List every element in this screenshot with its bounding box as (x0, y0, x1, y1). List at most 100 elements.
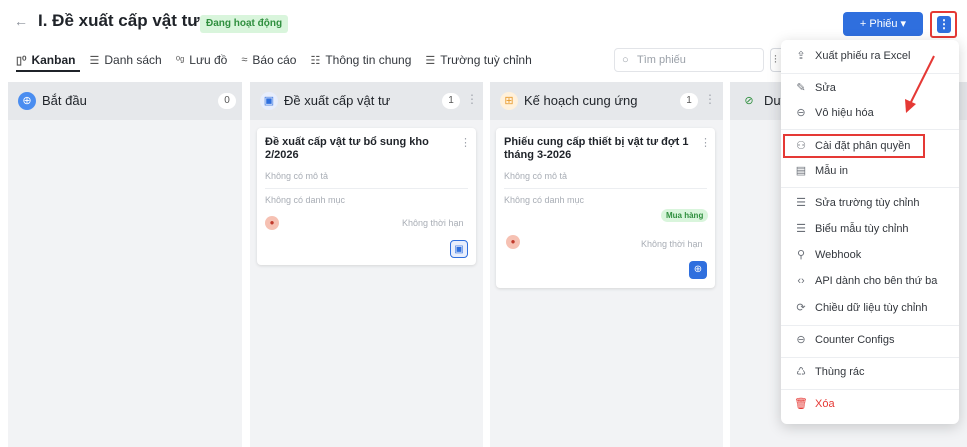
menu-item-label: Xóa (815, 398, 835, 410)
document-icon: ▣ (450, 240, 468, 258)
menu-item-print-template[interactable]: ▤ Mẫu in (781, 160, 959, 182)
card-divider (504, 188, 707, 189)
column-more-icon[interactable]: ⋮ (466, 92, 478, 106)
card-description: Không có mô tả (265, 171, 329, 181)
card-title: Đề xuất cấp vật tư bổ sung kho 2/2026 (265, 136, 429, 162)
search-input[interactable]: ○ Tìm phiếu (614, 48, 764, 72)
column-count: 1 (442, 93, 460, 109)
column-title: Đề xuất cấp vật tư (284, 93, 391, 108)
custom-fields-icon: ☰ (796, 197, 806, 209)
menu-item-counter-configs[interactable]: ⊖ Counter Configs (781, 329, 959, 351)
code-icon: ‹› (797, 275, 805, 287)
menu-item-delete[interactable]: 🗑 Xóa (781, 393, 959, 415)
menu-divider (781, 325, 959, 326)
menu-item-custom-dimensions[interactable]: ⟳ Chiều dữ liệu tùy chỉnh (781, 297, 959, 319)
export-icon: ⇪ (796, 50, 806, 62)
menu-item-label: Chiều dữ liệu tùy chỉnh (815, 302, 928, 314)
menu-item-label: Mẫu in (815, 165, 849, 177)
menu-item-trash[interactable]: ♺ Thùng rác (781, 361, 959, 383)
dimension-icon: ⟳ (796, 302, 806, 314)
trash-icon: 🗑 (794, 398, 808, 410)
counter-icon: ⊖ (796, 334, 806, 346)
page-title: I. Đề xuất cấp vật tư (38, 11, 200, 30)
card-description: Không có mô tả (504, 171, 568, 181)
print-template-icon: ▤ (795, 165, 807, 177)
menu-divider (781, 357, 959, 358)
avatar[interactable]: ● (506, 235, 520, 249)
menu-divider (781, 73, 959, 74)
form-icon: ☰ (796, 223, 806, 235)
active-tab-indicator (16, 70, 80, 72)
menu-item-label: Sửa trường tùy chỉnh (815, 197, 920, 209)
column-header: ▣ Đề xuất cấp vật tư 1 ⋮ (250, 82, 483, 120)
column-count: 0 (218, 93, 236, 109)
tab-label: Danh sách (104, 53, 162, 67)
menu-item-label: Counter Configs (815, 334, 895, 346)
menu-item-third-party-api[interactable]: ‹› API dành cho bên thứ ba (781, 270, 959, 292)
list-icon: ☰ (89, 54, 100, 67)
menu-item-label: API dành cho bên thứ ba (815, 275, 938, 287)
webhook-icon: ⚲ (796, 249, 806, 261)
info-table-icon: ☷ (310, 54, 321, 67)
card-title-line: tháng 3-2026 (504, 149, 572, 161)
status-badge: Đang hoạt động (200, 15, 289, 33)
tag-badge: Mua hàng (661, 209, 709, 222)
tab-label: Báo cáo (252, 53, 297, 67)
menu-item-custom-forms[interactable]: ☰ Biểu mẫu tùy chỉnh (781, 218, 959, 240)
menu-item-label: Xuất phiếu ra Excel (815, 50, 911, 62)
tab-general-info[interactable]: ☷ Thông tin chung (310, 50, 411, 70)
card-category: Không có danh mục (504, 195, 585, 205)
recycle-icon: ♺ (796, 366, 806, 378)
column-header: ⊞ Kế hoạch cung ứng 1 ⋮ (490, 82, 723, 120)
menu-divider (781, 129, 959, 130)
column-more-icon[interactable]: ⋮ (704, 92, 716, 106)
column-header: ⊕ Bắt đầu 0 (8, 82, 242, 120)
card-title-line: Đề xuất cấp vật tư bổ sung kho (265, 136, 429, 148)
kanban-card[interactable]: Phiếu cung cấp thiết bị vật tư đợt 1 thán… (496, 128, 715, 288)
tab-flowchart[interactable]: ⁰ᵍ Lưu đồ (176, 50, 228, 70)
card-divider (265, 188, 468, 189)
plan-icon: ⊞ (500, 92, 518, 110)
menu-item-export-excel[interactable]: ⇪ Xuất phiếu ra Excel (781, 45, 959, 67)
report-icon: ≈ (241, 54, 248, 66)
tab-label: Thông tin chung (325, 53, 412, 67)
menu-divider (781, 389, 959, 390)
column-title: Bắt đầu (42, 93, 87, 108)
menu-item-disable[interactable]: ⊖ Vô hiệu hóa (781, 102, 959, 124)
menu-item-label: Biểu mẫu tùy chỉnh (815, 223, 909, 235)
column-supply-plan: ⊞ Kế hoạch cung ứng 1 ⋮ Phiếu cung cấp t… (490, 82, 723, 447)
kanban-card[interactable]: Đề xuất cấp vật tư bổ sung kho 2/2026 ⋮ K… (257, 128, 476, 265)
card-deadline: Không thời hạn (641, 239, 703, 249)
card-more-icon[interactable]: ⋮ (460, 136, 471, 149)
column-count: 1 (680, 93, 698, 109)
start-icon: ⊕ (18, 92, 36, 110)
menu-item-label: Vô hiệu hóa (815, 107, 874, 119)
menu-item-webhook[interactable]: ⚲ Webhook (781, 244, 959, 266)
add-ticket-button[interactable]: + Phiếu ▾ (843, 12, 923, 36)
search-icon: ○ (622, 54, 629, 66)
document-icon: ▣ (260, 92, 278, 110)
tab-kanban[interactable]: ▯⁰ Kanban (16, 50, 75, 70)
tab-list[interactable]: ☰ Danh sách (89, 50, 161, 70)
more-options-button[interactable]: ⋮ (930, 11, 957, 38)
arrow-left-icon[interactable]: ← (14, 13, 28, 29)
column-title: Kế hoạch cung ứng (524, 93, 638, 108)
kanban-icon: ▯⁰ (16, 54, 27, 67)
card-category: Không có danh mục (265, 195, 346, 205)
tab-label: Trường tuỳ chỉnh (440, 53, 532, 67)
menu-item-edit[interactable]: ✎ Sửa (781, 77, 959, 99)
menu-item-label: Thùng rác (815, 366, 865, 378)
options-menu: ⇪ Xuất phiếu ra Excel ✎ Sửa ⊖ Vô hiệu hóa ⚇… (781, 40, 959, 424)
tab-report[interactable]: ≈ Báo cáo (241, 50, 296, 70)
card-more-icon[interactable]: ⋮ (700, 136, 711, 149)
card-deadline: Không thời hạn (402, 218, 464, 228)
avatar[interactable]: ● (265, 216, 279, 230)
plan-icon: ⊕ (689, 261, 707, 279)
check-circle-icon: ⊘ (744, 95, 754, 107)
menu-item-edit-custom-fields[interactable]: ☰ Sửa trường tùy chỉnh (781, 192, 959, 214)
custom-fields-icon: ☰ (425, 54, 436, 67)
tab-custom-fields[interactable]: ☰ Trường tuỳ chỉnh (425, 50, 531, 70)
menu-item-label: Sửa (815, 82, 836, 94)
tab-label: Kanban (31, 53, 76, 67)
view-tabs: ▯⁰ Kanban ☰ Danh sách ⁰ᵍ Lưu đồ ≈ Báo cáo ☷ T… (16, 50, 546, 70)
